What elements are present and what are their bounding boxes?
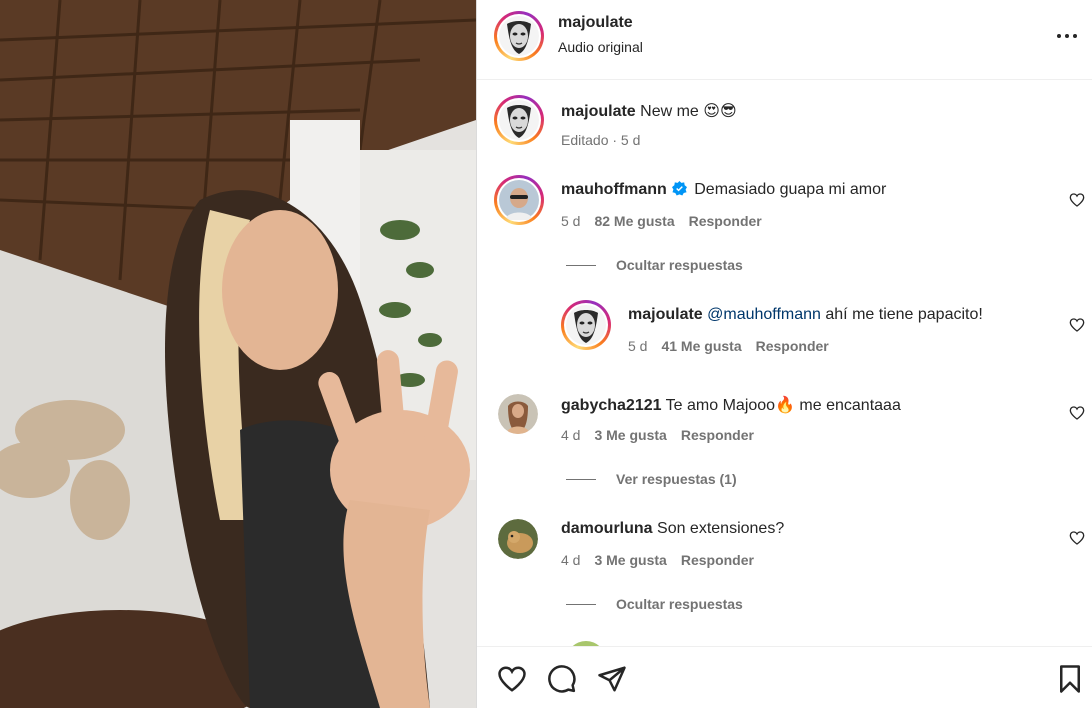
reply-avatar[interactable] — [561, 300, 611, 350]
comment-avatar[interactable] — [498, 519, 538, 559]
reel-video[interactable] — [0, 0, 476, 708]
avatar[interactable] — [494, 11, 544, 61]
reply-meta: 5 d 41 Me gusta Responder — [628, 338, 829, 354]
heart-icon[interactable] — [497, 664, 527, 694]
action-bar — [477, 646, 1092, 708]
replies-divider — [566, 265, 596, 266]
heart-icon[interactable] — [1069, 530, 1085, 546]
video-frame — [0, 0, 476, 708]
comment-username[interactable]: mauhoffmann — [561, 181, 667, 198]
comment-row: mauhoffmann Demasiado guapa mi amor — [561, 181, 886, 199]
caption-username[interactable]: majoulate — [561, 103, 636, 120]
header-username[interactable]: majoulate — [558, 14, 633, 32]
comment-text: Demasiado guapa mi amor — [694, 181, 887, 198]
reply-text: ahí me tiene papacito! — [820, 306, 983, 323]
bookmark-icon[interactable] — [1055, 664, 1085, 694]
reply-button[interactable]: Responder — [681, 552, 754, 568]
caption: majoulate New me 😍😎 — [561, 101, 737, 121]
heart-icon[interactable] — [1069, 317, 1085, 333]
caption-avatar[interactable] — [494, 95, 544, 145]
avatar-image — [498, 519, 538, 559]
hide-replies-button[interactable]: Ocultar respuestas — [616, 257, 743, 273]
verified-badge-icon — [671, 181, 687, 196]
comment-likes[interactable]: 3 Me gusta — [594, 552, 666, 568]
comment-avatar[interactable] — [494, 175, 544, 225]
comment-row: gabycha2121 Te amo Majooo🔥 me encantaaa — [561, 395, 901, 415]
more-horizontal-icon[interactable] — [1055, 26, 1079, 46]
reply-button[interactable]: Responder — [689, 213, 762, 229]
comment-username[interactable]: gabycha2121 — [561, 397, 662, 414]
avatar-image — [498, 394, 538, 434]
heart-icon[interactable] — [1069, 405, 1085, 421]
post-header: majoulate Audio original — [477, 0, 1092, 80]
replies-divider — [566, 479, 596, 480]
replies-divider — [566, 604, 596, 605]
caption-text: New me 😍😎 — [640, 103, 737, 120]
comment-meta: 5 d 82 Me gusta Responder — [561, 213, 762, 229]
comment-icon[interactable] — [547, 664, 577, 694]
avatar-image — [566, 305, 606, 345]
avatar-image — [499, 180, 539, 220]
reply-age: 5 d — [628, 338, 648, 354]
comment-text: Son extensiones? — [657, 520, 785, 537]
comment-likes[interactable]: 82 Me gusta — [594, 213, 674, 229]
view-replies-button[interactable]: Ver respuestas (1) — [616, 471, 737, 487]
reply-likes[interactable]: 41 Me gusta — [661, 338, 741, 354]
comment-meta: 4 d 3 Me gusta Responder — [561, 552, 754, 568]
comment-age: 4 d — [561, 427, 581, 443]
comment-row: damourluna Son extensiones? — [561, 520, 784, 538]
caption-meta: Editado · 5 d — [561, 132, 641, 148]
reply-button[interactable]: Responder — [756, 338, 829, 354]
comment-avatar[interactable] — [498, 394, 538, 434]
hide-replies-button[interactable]: Ocultar respuestas — [616, 596, 743, 612]
reply-username[interactable]: majoulate — [628, 306, 703, 323]
comment-text: Te amo Majooo🔥 me encantaaa — [665, 397, 901, 414]
reply-mention[interactable]: @mauhoffmann — [707, 306, 821, 323]
comment-likes[interactable]: 3 Me gusta — [594, 427, 666, 443]
comment-username[interactable]: damourluna — [561, 520, 653, 537]
avatar-image — [499, 100, 539, 140]
audio-link[interactable]: Audio original — [558, 39, 643, 55]
avatar-image — [499, 16, 539, 56]
comments-list[interactable]: majoulate New me 😍😎 Editado · 5 d mauhof… — [477, 81, 1092, 646]
comment-meta: 4 d 3 Me gusta Responder — [561, 427, 754, 443]
comment-age: 5 d — [561, 213, 581, 229]
reply-button[interactable]: Responder — [681, 427, 754, 443]
reply-row: majoulate @mauhoffmann ahí me tiene papa… — [628, 306, 983, 324]
heart-icon[interactable] — [1069, 192, 1085, 208]
post-panel: majoulate Audio original majoulate New m… — [476, 0, 1092, 708]
comment-age: 4 d — [561, 552, 581, 568]
send-icon[interactable] — [597, 664, 627, 694]
